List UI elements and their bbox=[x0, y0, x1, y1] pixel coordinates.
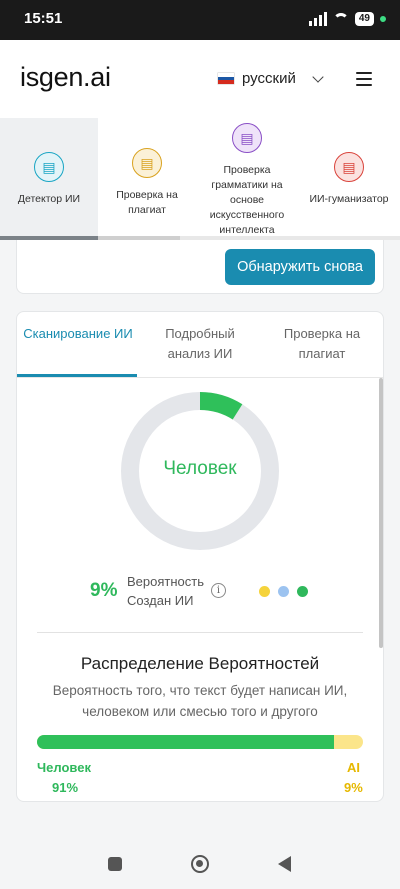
recents-button[interactable] bbox=[108, 857, 122, 871]
tab-ai-scan[interactable]: Сканирование ИИ bbox=[17, 324, 139, 344]
status-icons: 49 bbox=[308, 12, 386, 26]
tool-label: ИИ-гуманизатор bbox=[309, 193, 389, 205]
input-card: Обнаружить снова bbox=[16, 240, 384, 294]
signal-icon bbox=[308, 12, 327, 26]
tool-grammar[interactable]: ▤ Проверка грамматики на основе искусств… bbox=[196, 118, 298, 236]
verdict-label: Человек bbox=[163, 458, 237, 479]
site-header: isgen.ai русский bbox=[0, 40, 400, 118]
back-button[interactable] bbox=[278, 856, 291, 872]
russia-flag-icon bbox=[218, 73, 234, 85]
distribution-description: Вероятность того, что текст будет написа… bbox=[52, 683, 348, 719]
result-card: Сканирование ИИ Подробный анализ ИИ Пров… bbox=[16, 311, 384, 802]
document-scan-icon: ▤ bbox=[34, 152, 64, 182]
human-percent: 91% bbox=[52, 780, 79, 795]
human-probability-fill bbox=[37, 735, 334, 749]
legend-dot-mixed bbox=[278, 586, 289, 597]
ai-probability-value: 9% bbox=[90, 580, 118, 601]
distribution-title: Распределение Вероятностей bbox=[80, 654, 320, 673]
logo[interactable]: isgen.ai bbox=[20, 62, 111, 93]
legend-dot-human bbox=[297, 586, 308, 597]
tool-label: Проверка на плагиат bbox=[116, 189, 178, 216]
tab-plagiarism-check[interactable]: Проверка на плагиат bbox=[261, 324, 383, 364]
battery-icon: 49 bbox=[354, 12, 374, 26]
ai-probability-label: Вероятность Создан ИИ bbox=[127, 574, 204, 608]
document-check-icon: ▤ bbox=[232, 123, 262, 153]
chevron-down-icon bbox=[312, 70, 324, 83]
system-nav-bar bbox=[0, 834, 400, 889]
human-label: Человек bbox=[37, 760, 91, 775]
language-selector[interactable]: русский bbox=[218, 70, 324, 87]
result-tabs: Сканирование ИИ Подробный анализ ИИ Пров… bbox=[17, 312, 383, 378]
document-edit-icon: ▤ bbox=[334, 152, 364, 182]
detect-again-button[interactable]: Обнаружить снова bbox=[225, 249, 375, 285]
wifi-icon bbox=[332, 13, 349, 25]
info-icon[interactable]: i bbox=[211, 583, 226, 598]
tool-plagiarism[interactable]: ▤ Проверка на плагиат bbox=[98, 118, 196, 236]
status-time: 15:51 bbox=[24, 10, 63, 27]
tool-nav: ▤ Детектор ИИ ▤ Проверка на плагиат ▤ Пр… bbox=[0, 118, 400, 240]
probability-bar bbox=[37, 735, 363, 749]
status-bar: 15:51 49 bbox=[0, 0, 400, 40]
menu-icon[interactable] bbox=[356, 72, 372, 86]
document-search-icon: ▤ bbox=[132, 148, 162, 178]
legend-dots bbox=[259, 586, 308, 597]
privacy-indicator-icon bbox=[380, 16, 386, 22]
language-label: русский bbox=[242, 70, 296, 87]
ai-label: AI bbox=[347, 760, 360, 775]
divider bbox=[37, 632, 363, 633]
home-button[interactable] bbox=[191, 855, 209, 873]
tool-label: Детектор ИИ bbox=[17, 193, 81, 205]
legend-dot-ai bbox=[259, 586, 270, 597]
ai-percent: 9% bbox=[344, 780, 363, 795]
tool-ai-detector[interactable]: ▤ Детектор ИИ bbox=[0, 118, 98, 236]
result-scrollbar[interactable] bbox=[379, 378, 383, 648]
tab-detailed-analysis[interactable]: Подробный анализ ИИ bbox=[139, 324, 261, 364]
active-tab-indicator bbox=[17, 374, 137, 377]
tool-label: Проверка грамматики на основе искусствен… bbox=[209, 164, 285, 236]
tool-humanizer[interactable]: ▤ ИИ-гуманизатор bbox=[298, 118, 400, 236]
